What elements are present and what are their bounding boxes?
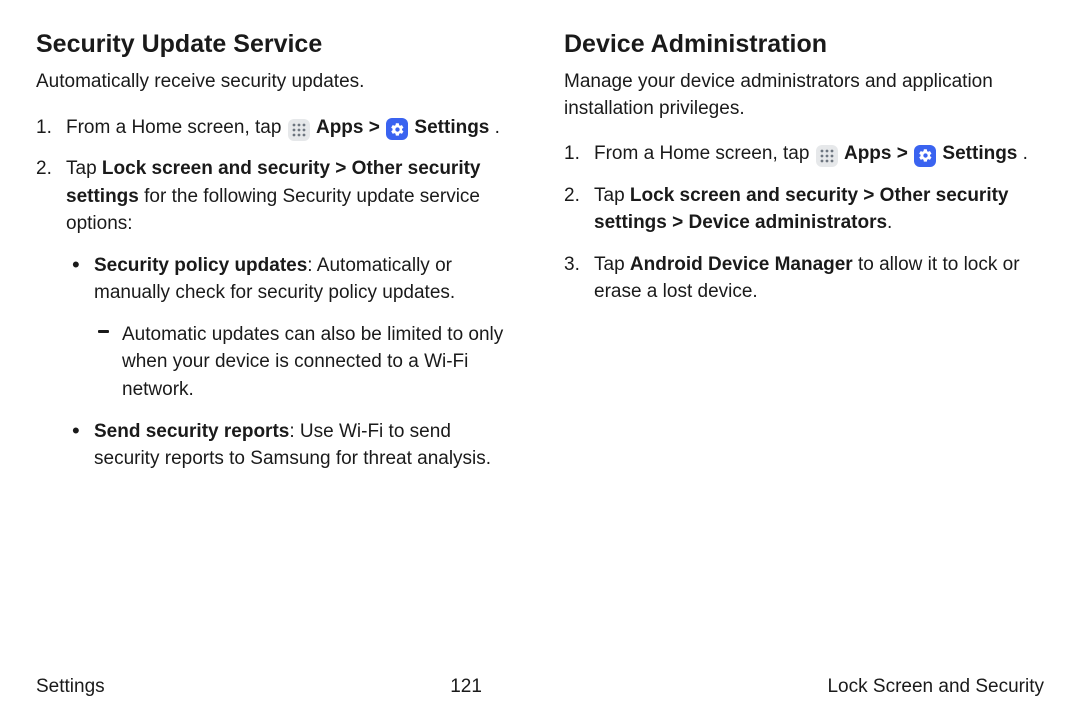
text: From a Home screen, tap [66,117,287,138]
step-1-left: From a Home screen, tap Apps > Settings … [36,114,516,142]
step-2-left: Tap Lock screen and security > Other sec… [36,155,516,472]
bold-adm: Android Device Manager [630,254,853,275]
text: Tap [66,158,102,179]
footer-left: Settings [36,676,105,698]
settings-label: Settings [414,117,489,138]
page-number: 121 [450,676,482,698]
sep: > [369,117,385,138]
footer: Settings 121 Lock Screen and Security [36,676,1044,698]
text: . [495,117,500,138]
bullet-security-policy: Security policy updates: Automatically o… [66,252,516,404]
apps-icon [816,145,838,167]
right-column: Device Administration Manage your device… [564,30,1044,487]
text: Tap [594,254,630,275]
dash-item: Automatic updates can also be limited to… [94,321,516,404]
step-1-right: From a Home screen, tap Apps > Settings … [564,140,1044,168]
bullet-title: Send security reports [94,421,289,442]
heading-security-update: Security Update Service [36,30,516,59]
text: . [1023,143,1028,164]
apps-label: Apps [316,117,364,138]
settings-gear-icon [914,145,936,167]
sub-bullets: Security policy updates: Automatically o… [66,252,516,473]
steps-left: From a Home screen, tap Apps > Settings … [36,114,516,473]
dash-list: Automatic updates can also be limited to… [94,321,516,404]
text: Tap [594,185,630,206]
subtitle-left: Automatically receive security updates. [36,69,516,96]
text: . [887,212,892,233]
text: From a Home screen, tap [594,143,815,164]
step-2-right: Tap Lock screen and security > Other sec… [564,182,1044,237]
left-column: Security Update Service Automatically re… [36,30,516,487]
heading-device-admin: Device Administration [564,30,1044,59]
apps-label: Apps [844,143,892,164]
settings-gear-icon [386,118,408,140]
sep: > [897,143,913,164]
steps-right: From a Home screen, tap Apps > Settings … [564,140,1044,306]
bold-path: Lock screen and security > Other securit… [594,185,1009,234]
step-3-right: Tap Android Device Manager to allow it t… [564,251,1044,306]
settings-label: Settings [942,143,1017,164]
bullet-title: Security policy updates [94,255,307,276]
footer-right: Lock Screen and Security [827,676,1044,698]
bullet-send-reports: Send security reports: Use Wi-Fi to send… [66,418,516,473]
subtitle-right: Manage your device administrators and ap… [564,69,1044,122]
apps-icon [288,119,310,141]
